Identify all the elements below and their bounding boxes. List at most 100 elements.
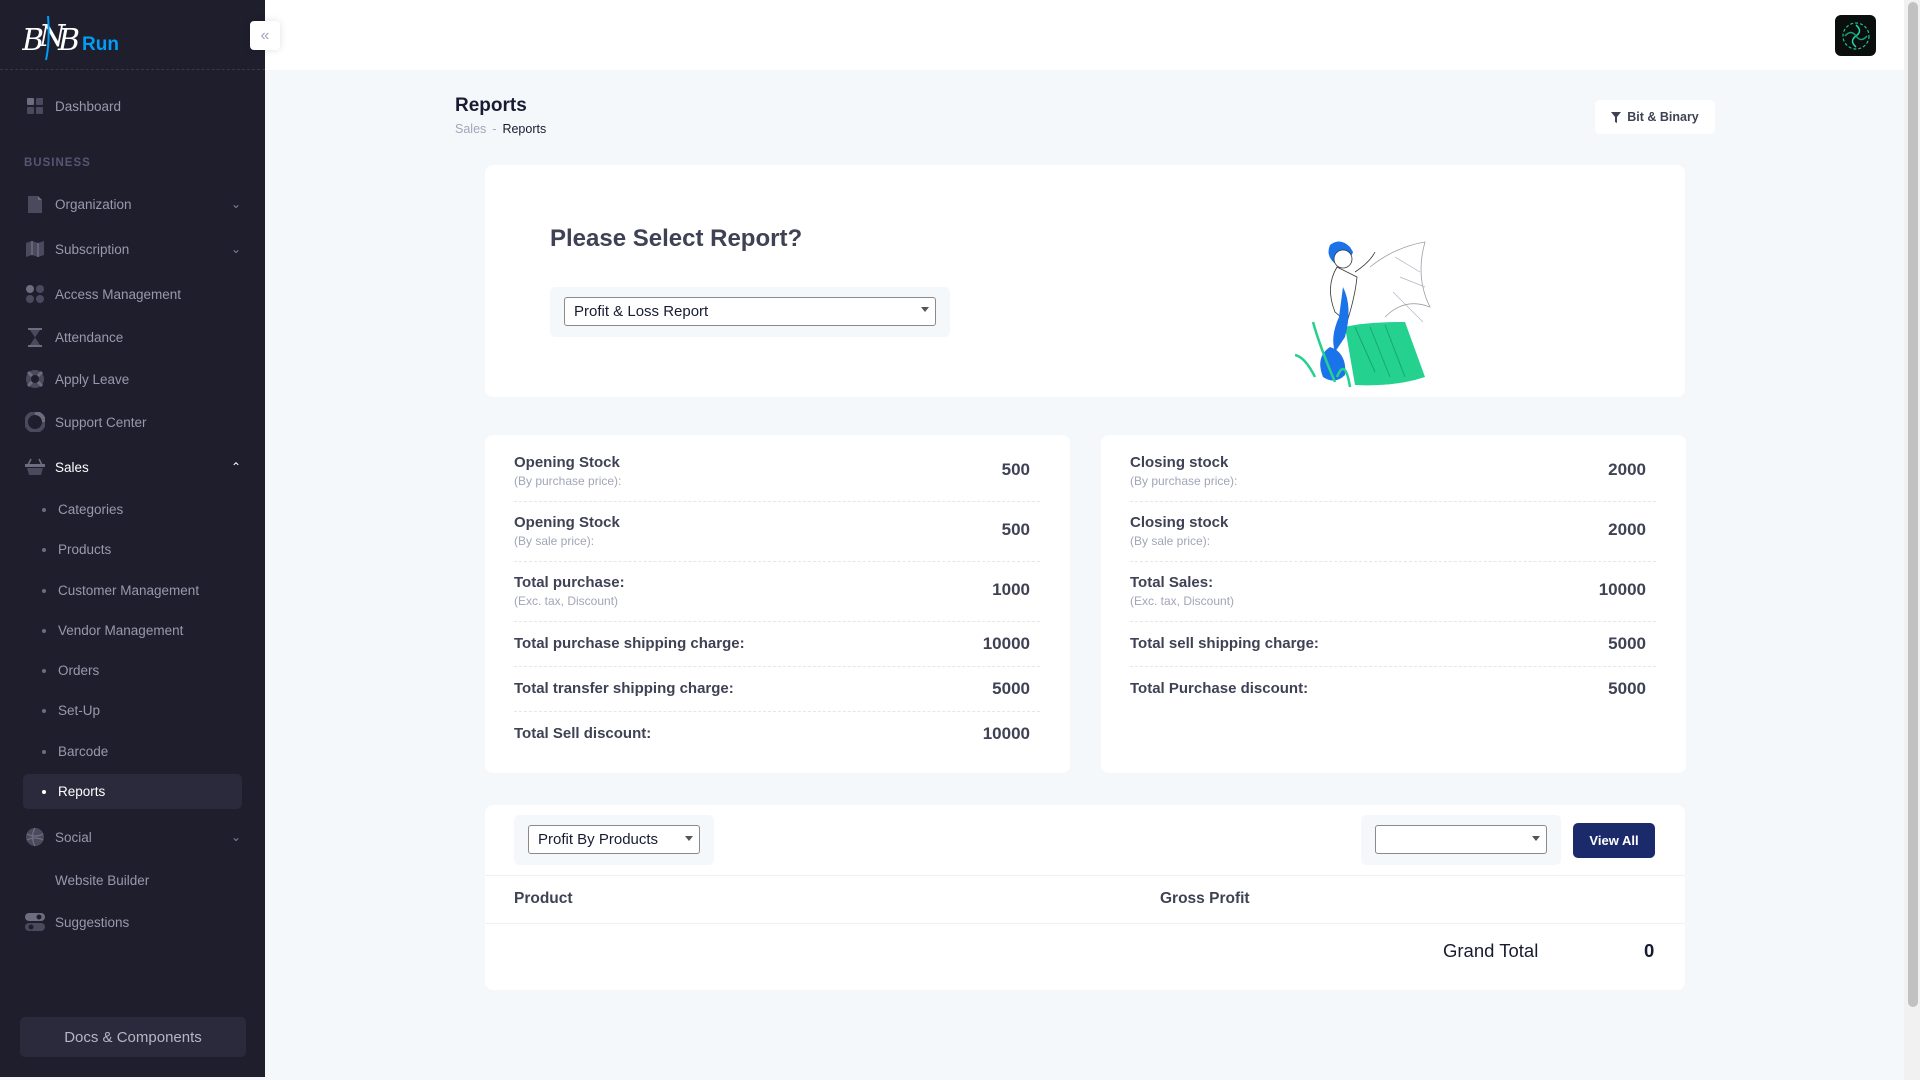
stat-row: Total Sell discount: 10000 bbox=[514, 712, 1040, 757]
sidebar-item-support-center[interactable]: Support Center bbox=[0, 404, 265, 440]
profit-group-selected: Profit By Products bbox=[538, 831, 659, 848]
stat-subtitle: (Exc. tax, Discount) bbox=[514, 594, 619, 608]
stats-card-closing: Closing stock (By purchase price): 2000 … bbox=[1101, 435, 1686, 773]
sidebar-section-label: BUSINESS bbox=[24, 157, 91, 169]
double-chevron-left-icon: « bbox=[260, 26, 270, 44]
sidebar-subitem-barcode[interactable]: Barcode bbox=[23, 734, 242, 769]
bullet-icon bbox=[42, 628, 46, 633]
filter-button[interactable]: Bit & Binary bbox=[1595, 100, 1715, 134]
stat-row: Total purchase: (Exc. tax, Discount) 100… bbox=[514, 571, 1040, 622]
stat-title: Total transfer shipping charge: bbox=[514, 680, 734, 697]
stat-subtitle: (Exc. tax, Discount) bbox=[1130, 594, 1235, 608]
sidebar-subitem-categories[interactable]: Categories bbox=[23, 492, 242, 527]
sidebar-subitem-label: Vendor Management bbox=[58, 623, 184, 638]
bullet-icon bbox=[42, 547, 46, 552]
hourglass-icon bbox=[25, 327, 45, 347]
chart-pie-icon bbox=[25, 412, 45, 432]
sidebar-item-label: Apply Leave bbox=[55, 371, 130, 387]
breadcrumb-item-current: Reports bbox=[502, 122, 547, 136]
filter-icon bbox=[1611, 111, 1622, 123]
sidebar-subitem-orders[interactable]: Orders bbox=[23, 653, 242, 688]
sidebar-item-label: Social bbox=[55, 829, 92, 845]
sidebar-subitem-vendor-management[interactable]: Vendor Management bbox=[23, 613, 242, 648]
chevron-down-icon: ⌄ bbox=[231, 242, 242, 256]
users-icon bbox=[25, 284, 45, 304]
grand-total-value: 0 bbox=[1644, 940, 1655, 961]
report-type-select[interactable]: Profit & Loss Report bbox=[564, 297, 936, 326]
brand-logo[interactable]: B N B Run bbox=[22, 12, 119, 62]
sidebar-subitem-products[interactable]: Products bbox=[23, 532, 242, 567]
bullet-icon bbox=[42, 789, 46, 794]
view-all-button[interactable]: View All bbox=[1573, 823, 1655, 858]
sidebar-subitem-set-up[interactable]: Set-Up bbox=[23, 693, 242, 728]
profit-group-select[interactable]: Profit By Products bbox=[528, 825, 700, 854]
sidebar-item-subscription[interactable]: Subscription ⌄ bbox=[0, 231, 265, 267]
sidebar-item-sales[interactable]: Sales ⌃ bbox=[0, 449, 265, 485]
stat-title: Closing stock bbox=[1130, 454, 1229, 471]
globe-icon bbox=[25, 827, 45, 847]
stat-row: Closing stock (By purchase price): 2000 bbox=[1130, 452, 1656, 502]
caret-down-icon bbox=[921, 307, 929, 312]
sidebar-subitem-label: Categories bbox=[58, 502, 124, 517]
table-divider bbox=[485, 875, 1685, 876]
stats-card-opening: Opening Stock (By purchase price): 500 O… bbox=[485, 435, 1070, 773]
profit-table-card: Profit By Products View All Product Gros… bbox=[485, 805, 1685, 990]
stat-value: 5000 bbox=[1608, 634, 1646, 653]
logo-mark-icon: B N B bbox=[22, 15, 80, 61]
stat-title: Total Purchase discount: bbox=[1130, 680, 1309, 697]
sidebar-item-label: Suggestions bbox=[55, 914, 130, 930]
page-scrollbar-thumb[interactable] bbox=[1908, 2, 1918, 1007]
sidebar-subitem-customer-management[interactable]: Customer Management bbox=[23, 573, 242, 608]
stat-row: Total Sales: (Exc. tax, Discount) 10000 bbox=[1130, 571, 1656, 622]
sidebar-item-attendance[interactable]: Attendance bbox=[0, 319, 265, 355]
column-header-product: Product bbox=[514, 890, 573, 907]
docs-components-button[interactable]: Docs & Components bbox=[20, 1017, 246, 1057]
sidebar-item-label: Support Center bbox=[55, 414, 147, 430]
sidebar-item-label: Attendance bbox=[55, 329, 124, 345]
sidebar-item-access-management[interactable]: Access Management bbox=[0, 276, 265, 312]
sidebar-item-website-builder[interactable]: Website Builder bbox=[0, 862, 265, 898]
stat-title: Opening Stock bbox=[514, 454, 620, 471]
stat-value: 500 bbox=[1001, 460, 1030, 479]
breadcrumb-item-sales[interactable]: Sales bbox=[455, 122, 486, 136]
stat-row: Total sell shipping charge: 5000 bbox=[1130, 622, 1656, 667]
bullet-icon bbox=[42, 507, 46, 512]
toggle-icon bbox=[25, 912, 45, 932]
stat-subtitle: (By sale price): bbox=[514, 534, 595, 548]
stat-title: Total Sell discount: bbox=[514, 725, 652, 742]
stat-value: 2000 bbox=[1608, 520, 1646, 539]
report-select-card: Please Select Report? Profit & Loss Repo… bbox=[485, 165, 1685, 397]
secondary-select[interactable] bbox=[1375, 825, 1547, 854]
stat-row: Total transfer shipping charge: 5000 bbox=[514, 667, 1040, 712]
map-icon bbox=[25, 239, 45, 259]
sidebar-item-social[interactable]: Social ⌄ bbox=[0, 819, 265, 855]
stat-title: Total purchase: bbox=[514, 574, 625, 591]
bullet-icon bbox=[42, 668, 46, 673]
report-type-selected: Profit & Loss Report bbox=[574, 303, 709, 320]
stat-row: Closing stock (By sale price): 2000 bbox=[1130, 511, 1656, 562]
document-icon bbox=[25, 194, 45, 214]
sidebar-subitem-label: Orders bbox=[58, 663, 100, 678]
sidebar-subitem-reports[interactable]: Reports bbox=[23, 774, 242, 809]
sidebar-collapse-button[interactable]: « bbox=[250, 21, 280, 50]
lifebuoy-icon bbox=[25, 369, 45, 389]
bullet-icon bbox=[42, 749, 46, 754]
sidebar-item-label: Organization bbox=[55, 196, 132, 212]
sidebar-item-suggestions[interactable]: Suggestions bbox=[0, 904, 265, 940]
table-divider bbox=[485, 923, 1685, 924]
avatar[interactable] bbox=[1835, 15, 1876, 56]
dashboard-icon bbox=[25, 96, 45, 116]
avatar-image bbox=[1841, 21, 1870, 50]
stat-value: 1000 bbox=[992, 580, 1030, 599]
stat-value: 500 bbox=[1001, 520, 1030, 539]
sidebar-item-organization[interactable]: Organization ⌄ bbox=[0, 186, 265, 222]
stat-value: 5000 bbox=[992, 679, 1030, 698]
sidebar-item-apply-leave[interactable]: Apply Leave bbox=[0, 361, 265, 397]
filter-button-label: Bit & Binary bbox=[1627, 110, 1699, 124]
sidebar-item-dashboard[interactable]: Dashboard bbox=[0, 88, 265, 124]
sidebar-item-label: Access Management bbox=[55, 286, 182, 302]
sidebar-subitem-label: Set-Up bbox=[58, 703, 101, 718]
stat-value: 10000 bbox=[982, 724, 1030, 743]
grand-total-label: Grand Total bbox=[1443, 940, 1539, 961]
sidebar-subitem-label: Reports bbox=[58, 784, 106, 799]
